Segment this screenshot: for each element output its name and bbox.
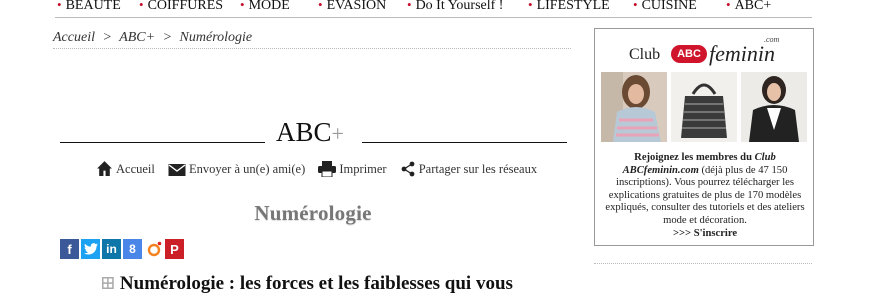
article-title-text: Numérologie : les forces et les faibless…: [119, 273, 513, 294]
share-icon: [401, 161, 415, 177]
facebook-button[interactable]: f: [60, 239, 79, 259]
social-share-bar: f in 8 P: [60, 239, 184, 259]
club-logo: Club ABC feminin .com: [629, 35, 789, 69]
ad-description: Rejoignez les membres du Club ABCfeminin…: [603, 152, 807, 240]
logo-abc-badge: ABC: [671, 45, 707, 63]
odnoklassniki-button[interactable]: [144, 239, 163, 259]
share-action-label: Partager sur les réseaux: [418, 162, 538, 176]
ad-photo-woman-knit: [601, 72, 667, 142]
section-title: ABC+: [276, 117, 344, 147]
home-icon: [97, 161, 112, 176]
signup-link[interactable]: >>> S'inscrire: [673, 228, 737, 239]
breadcrumb-home[interactable]: Accueil: [53, 30, 95, 45]
pinterest-button[interactable]: P: [165, 239, 184, 259]
breadcrumb-section[interactable]: ABC+: [119, 30, 155, 45]
grid-icon: ⊞: [100, 273, 116, 294]
odnoklassniki-icon: [147, 241, 161, 257]
bullet-icon: •: [726, 0, 731, 12]
title-rule-right: [362, 142, 567, 143]
linkedin-icon: in: [106, 242, 117, 256]
bullet-icon: •: [318, 0, 323, 12]
top-navigation: • BEAUTE • COIFFURES • MODE • EVASION • Do It…: [0, 0, 880, 16]
nav-item-mode[interactable]: • MODE: [240, 0, 290, 14]
share-action[interactable]: Partager sur les réseaux: [400, 161, 537, 177]
breadcrumb: Accueil > ABC+ > Numérologie: [53, 30, 252, 46]
envelope-icon: [168, 164, 186, 176]
logo-club-text: Club: [629, 46, 661, 63]
nav-item-beaute[interactable]: • BEAUTE: [57, 0, 121, 14]
club-ad-banner[interactable]: Club ABC feminin .com Rejoignez les memb…: [594, 28, 814, 246]
nav-item-lifestyle[interactable]: • LIFESTYLE: [528, 0, 610, 14]
bullet-icon: •: [528, 0, 533, 12]
bullet-icon: •: [240, 0, 245, 12]
nav-item-evasion[interactable]: • EVASION: [318, 0, 386, 14]
twitter-icon: [83, 243, 98, 255]
ad-photo-knit-bag: [671, 72, 737, 142]
logo-com-text: .com: [764, 35, 780, 44]
nav-divider: [55, 17, 812, 18]
logo-feminin-text: feminin: [709, 41, 775, 66]
breadcrumb-divider: [53, 48, 571, 49]
google-button[interactable]: 8: [123, 239, 142, 259]
page-actions: Accueil Envoyer à un(e) ami(e) Imprimer …: [96, 160, 547, 181]
bullet-icon: •: [57, 0, 62, 12]
pinterest-icon: P: [170, 241, 179, 257]
breadcrumb-current: Numérologie: [179, 30, 253, 45]
nav-item-diy[interactable]: • Do It Yourself !: [407, 0, 503, 14]
page-title: Numérologie: [254, 201, 372, 225]
breadcrumb-separator: >: [102, 30, 112, 45]
bullet-icon: •: [407, 0, 412, 12]
bullet-icon: •: [139, 0, 144, 12]
nav-item-coiffures[interactable]: • COIFFURES: [139, 0, 223, 14]
google-icon: 8: [129, 242, 136, 256]
printer-icon: [318, 161, 337, 177]
email-action[interactable]: Envoyer à un(e) ami(e): [168, 162, 305, 177]
facebook-icon: f: [67, 241, 72, 257]
home-action[interactable]: Accueil: [96, 160, 155, 177]
ad-text-lead: Rejoignez les membres du: [634, 152, 755, 163]
print-action-label: Imprimer: [339, 162, 387, 176]
title-rule-left: [60, 142, 265, 143]
nav-item-cuisine[interactable]: • CUISINE: [633, 0, 697, 14]
print-action[interactable]: Imprimer: [318, 161, 387, 177]
linkedin-button[interactable]: in: [102, 239, 121, 259]
section-title-plus: +: [331, 121, 344, 146]
article-title[interactable]: ⊞ Numérologie : les forces et les faibles…: [100, 272, 513, 295]
home-action-label: Accueil: [116, 162, 155, 176]
email-action-label: Envoyer à un(e) ami(e): [189, 162, 306, 176]
nav-item-abc-plus[interactable]: • ABC+: [726, 0, 771, 14]
sidebar-divider: [594, 263, 812, 264]
twitter-button[interactable]: [81, 239, 100, 259]
breadcrumb-separator: >: [162, 30, 173, 45]
ad-photo-woman-coat: [741, 72, 807, 142]
bullet-icon: •: [633, 0, 638, 12]
